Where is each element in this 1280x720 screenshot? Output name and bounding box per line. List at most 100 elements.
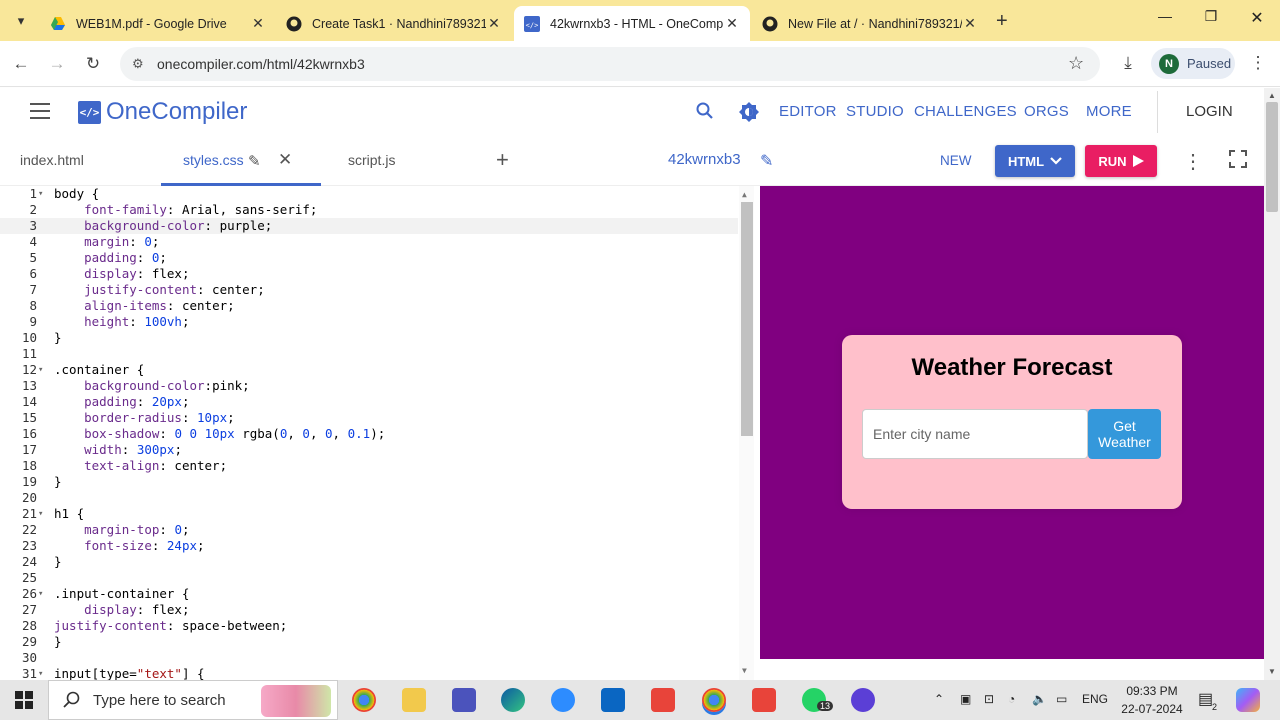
zoom-icon[interactable] xyxy=(551,688,575,712)
page-scroll-down-icon[interactable]: ▼ xyxy=(1268,667,1276,676)
code-line[interactable]: 12 ▾ .container { xyxy=(0,362,738,378)
nav-editor[interactable]: EDITOR xyxy=(779,103,837,120)
search-highlight-brain-icon[interactable] xyxy=(261,685,331,717)
run-button[interactable]: RUN xyxy=(1085,145,1157,177)
code-line[interactable]: 8 align-items: center; xyxy=(0,298,738,314)
site-info-icon[interactable]: ⚙ xyxy=(132,56,144,72)
theme-toggle-icon[interactable] xyxy=(739,102,759,127)
login-link[interactable]: LOGIN xyxy=(1186,103,1233,120)
code-line[interactable]: 28 justify-content: space-between; xyxy=(0,618,738,634)
get-weather-button[interactable]: Get Weather xyxy=(1088,409,1161,459)
windows-start-icon[interactable] xyxy=(15,691,33,714)
page-scrollbar-thumb[interactable] xyxy=(1266,102,1278,212)
browser-menu-icon[interactable]: ⋮ xyxy=(1247,52,1269,74)
battery-icon[interactable]: ▭ xyxy=(1056,692,1067,706)
downloads-icon[interactable]: ⤓ xyxy=(1117,52,1139,74)
close-file-icon[interactable]: ✕ xyxy=(278,150,292,170)
code-line[interactable]: 11 xyxy=(0,346,738,362)
media-player-icon[interactable] xyxy=(851,688,875,712)
close-tab-icon[interactable]: ✕ xyxy=(962,15,978,32)
code-line[interactable]: 5 padding: 0; xyxy=(0,250,738,266)
language-indicator[interactable]: ENG xyxy=(1082,692,1108,706)
fold-arrow-icon[interactable]: ▾ xyxy=(38,586,48,602)
nav-challenges[interactable]: CHALLENGES xyxy=(914,103,1017,120)
code-line[interactable]: 14 padding: 20px; xyxy=(0,394,738,410)
browser-tab-github-new-file[interactable]: New File at / · Nandhini789321/ ✕ xyxy=(752,6,988,41)
code-line[interactable]: 7 justify-content: center; xyxy=(0,282,738,298)
scroll-down-arrow-icon[interactable]: ▼ xyxy=(742,666,747,675)
bookmark-star-icon[interactable]: ☆ xyxy=(1068,53,1084,74)
browser-tab-onecompiler[interactable]: </> 42kwrnxb3 - HTML - OneComp ✕ xyxy=(514,6,750,41)
code-line[interactable]: 19} xyxy=(0,474,738,490)
code-line[interactable]: 13 background-color:pink; xyxy=(0,378,738,394)
wps-writer-icon[interactable] xyxy=(752,688,776,712)
address-bar[interactable]: ⚙ onecompiler.com/html/42kwrnxb3 ☆ xyxy=(120,47,1100,81)
fold-arrow-icon[interactable]: ▾ xyxy=(38,666,48,680)
scroll-up-arrow-icon[interactable]: ▲ xyxy=(742,190,747,199)
code-line[interactable]: 1 ▾ body { xyxy=(0,186,738,202)
page-scroll-up-icon[interactable]: ▲ xyxy=(1268,91,1276,100)
nav-studio[interactable]: STUDIO xyxy=(846,103,904,120)
back-arrow-icon[interactable]: ← xyxy=(10,53,32,75)
fold-arrow-icon[interactable]: ▾ xyxy=(38,362,48,378)
close-tab-icon[interactable]: ✕ xyxy=(486,15,502,32)
chrome-taskbar-icon[interactable] xyxy=(352,688,376,712)
code-line[interactable]: 26 ▾ .input-container { xyxy=(0,586,738,602)
code-line[interactable]: 9 height: 100vh; xyxy=(0,314,738,330)
code-line[interactable]: 10} xyxy=(0,330,738,346)
browser-tab-github-create-task[interactable]: Create Task1 · Nandhini789321/ ✕ xyxy=(276,6,512,41)
new-tab-plus-icon[interactable]: + xyxy=(996,10,1008,33)
show-hidden-icons-chevron-icon[interactable]: ⌃ xyxy=(934,692,944,706)
file-tab-script-js[interactable]: script.js xyxy=(348,152,395,168)
code-line[interactable]: 24} xyxy=(0,554,738,570)
file-tab-index-html[interactable]: index.html xyxy=(20,152,84,168)
code-line[interactable]: 30 xyxy=(0,650,738,666)
copilot-icon[interactable] xyxy=(1236,688,1260,712)
more-options-icon[interactable]: ⋮ xyxy=(1183,149,1203,174)
code-line[interactable]: 29} xyxy=(0,634,738,650)
wifi-icon[interactable]: ◔ xyxy=(1008,692,1015,706)
file-explorer-icon[interactable] xyxy=(402,688,426,712)
hamburger-menu-icon[interactable] xyxy=(30,103,50,119)
camera-icon[interactable]: ⊡ xyxy=(984,692,994,706)
file-tab-styles-css[interactable]: styles.css xyxy=(183,152,244,168)
profile-button[interactable]: N Paused xyxy=(1151,48,1235,79)
volume-icon[interactable]: 🔈 xyxy=(1032,692,1047,706)
code-line[interactable]: 2 font-family: Arial, sans-serif; xyxy=(0,202,738,218)
code-line[interactable]: 22 margin-top: 0; xyxy=(0,522,738,538)
city-input[interactable]: Enter city name xyxy=(862,409,1088,459)
linkedin-icon[interactable] xyxy=(601,688,625,712)
site-logo[interactable]: </> OneCompiler xyxy=(78,98,247,126)
close-window-icon[interactable]: ✕ xyxy=(1242,8,1272,28)
code-line[interactable]: 31 ▾ input[type="text"] { xyxy=(0,666,738,680)
nav-orgs[interactable]: ORGS xyxy=(1024,103,1069,120)
notifications-icon[interactable]: ▤ xyxy=(1198,689,1213,709)
new-button[interactable]: NEW xyxy=(940,153,972,168)
taskbar-search[interactable]: Type here to search xyxy=(48,680,338,720)
browser-tab-google-drive[interactable]: WEB1M.pdf - Google Drive ✕ xyxy=(40,6,276,41)
code-line[interactable]: 18 text-align: center; xyxy=(0,458,738,474)
search-icon[interactable] xyxy=(696,102,714,125)
close-tab-icon[interactable]: ✕ xyxy=(724,15,740,32)
code-line[interactable]: 25 xyxy=(0,570,738,586)
fullscreen-icon[interactable] xyxy=(1229,150,1247,173)
fold-arrow-icon[interactable]: ▾ xyxy=(38,506,48,522)
code-line[interactable]: 23 font-size: 24px; xyxy=(0,538,738,554)
teams-icon[interactable] xyxy=(452,688,476,712)
clock-date[interactable]: 22-07-2024 xyxy=(1118,702,1186,716)
fold-arrow-icon[interactable]: ▾ xyxy=(38,186,48,202)
reload-icon[interactable]: ↻ xyxy=(82,53,104,75)
edit-project-name-pencil-icon[interactable]: ✎ xyxy=(760,151,773,171)
chrome-profile-taskbar-icon[interactable] xyxy=(702,688,726,712)
tab-search-dropdown-icon[interactable]: ▾ xyxy=(8,8,34,34)
restore-window-icon[interactable]: ❐ xyxy=(1196,8,1226,25)
code-line[interactable]: 16 box-shadow: 0 0 10px rgba(0, 0, 0, 0.… xyxy=(0,426,738,442)
code-line[interactable]: 15 border-radius: 10px; xyxy=(0,410,738,426)
rename-file-pencil-icon[interactable]: ✎ xyxy=(248,152,261,170)
add-file-plus-icon[interactable]: + xyxy=(496,147,509,173)
close-tab-icon[interactable]: ✕ xyxy=(250,15,266,32)
code-line[interactable]: 4 margin: 0; xyxy=(0,234,738,250)
forward-arrow-icon[interactable]: → xyxy=(46,53,68,75)
meet-now-icon[interactable]: ▣ xyxy=(960,692,971,706)
code-line[interactable]: 27 display: flex; xyxy=(0,602,738,618)
